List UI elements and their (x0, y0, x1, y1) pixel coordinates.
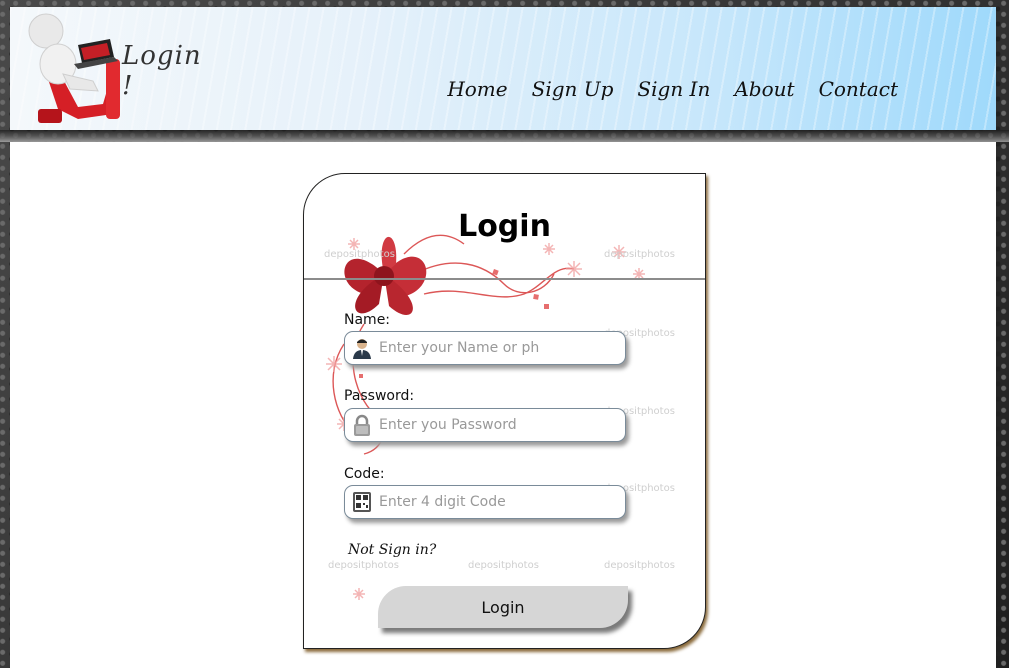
name-field (344, 331, 626, 365)
code-input[interactable] (377, 493, 621, 511)
nav-contact[interactable]: Contact (819, 77, 898, 101)
nav-sign-up[interactable]: Sign Up (532, 77, 614, 101)
user-icon (353, 339, 371, 359)
watermark: depositphotos (604, 249, 675, 260)
main-content: depositphotos depositphotos depositphoto… (10, 142, 996, 668)
main-nav: Home Sign Up Sign In About Contact (447, 77, 898, 101)
nav-home[interactable]: Home (447, 77, 507, 101)
code-field (344, 485, 626, 519)
site-header: Login ! Home Sign Up Sign In About Conta… (10, 7, 996, 130)
code-label: Code: (344, 466, 385, 482)
qr-code-icon (353, 492, 371, 512)
header-divider (0, 130, 1009, 142)
password-field (344, 408, 626, 442)
watermark: depositphotos (604, 560, 675, 571)
nav-about[interactable]: About (734, 77, 794, 101)
logo-text: Login ! (122, 41, 202, 101)
name-input[interactable] (377, 339, 621, 357)
login-button[interactable]: Login (378, 586, 628, 628)
not-signed-in-link[interactable]: Not Sign in? (348, 542, 436, 558)
password-input[interactable] (377, 416, 621, 434)
lock-icon (354, 414, 370, 436)
password-label: Password: (344, 388, 415, 404)
title-divider (304, 278, 705, 280)
login-title: Login (458, 209, 551, 244)
watermark: depositphotos (468, 560, 539, 571)
name-label: Name: (344, 312, 391, 328)
login-card: depositphotos depositphotos depositphoto… (303, 173, 706, 649)
watermark: depositphotos (328, 560, 399, 571)
watermark: depositphotos (324, 249, 395, 260)
logo[interactable]: Login ! (18, 9, 208, 127)
nav-sign-in[interactable]: Sign In (637, 77, 710, 101)
